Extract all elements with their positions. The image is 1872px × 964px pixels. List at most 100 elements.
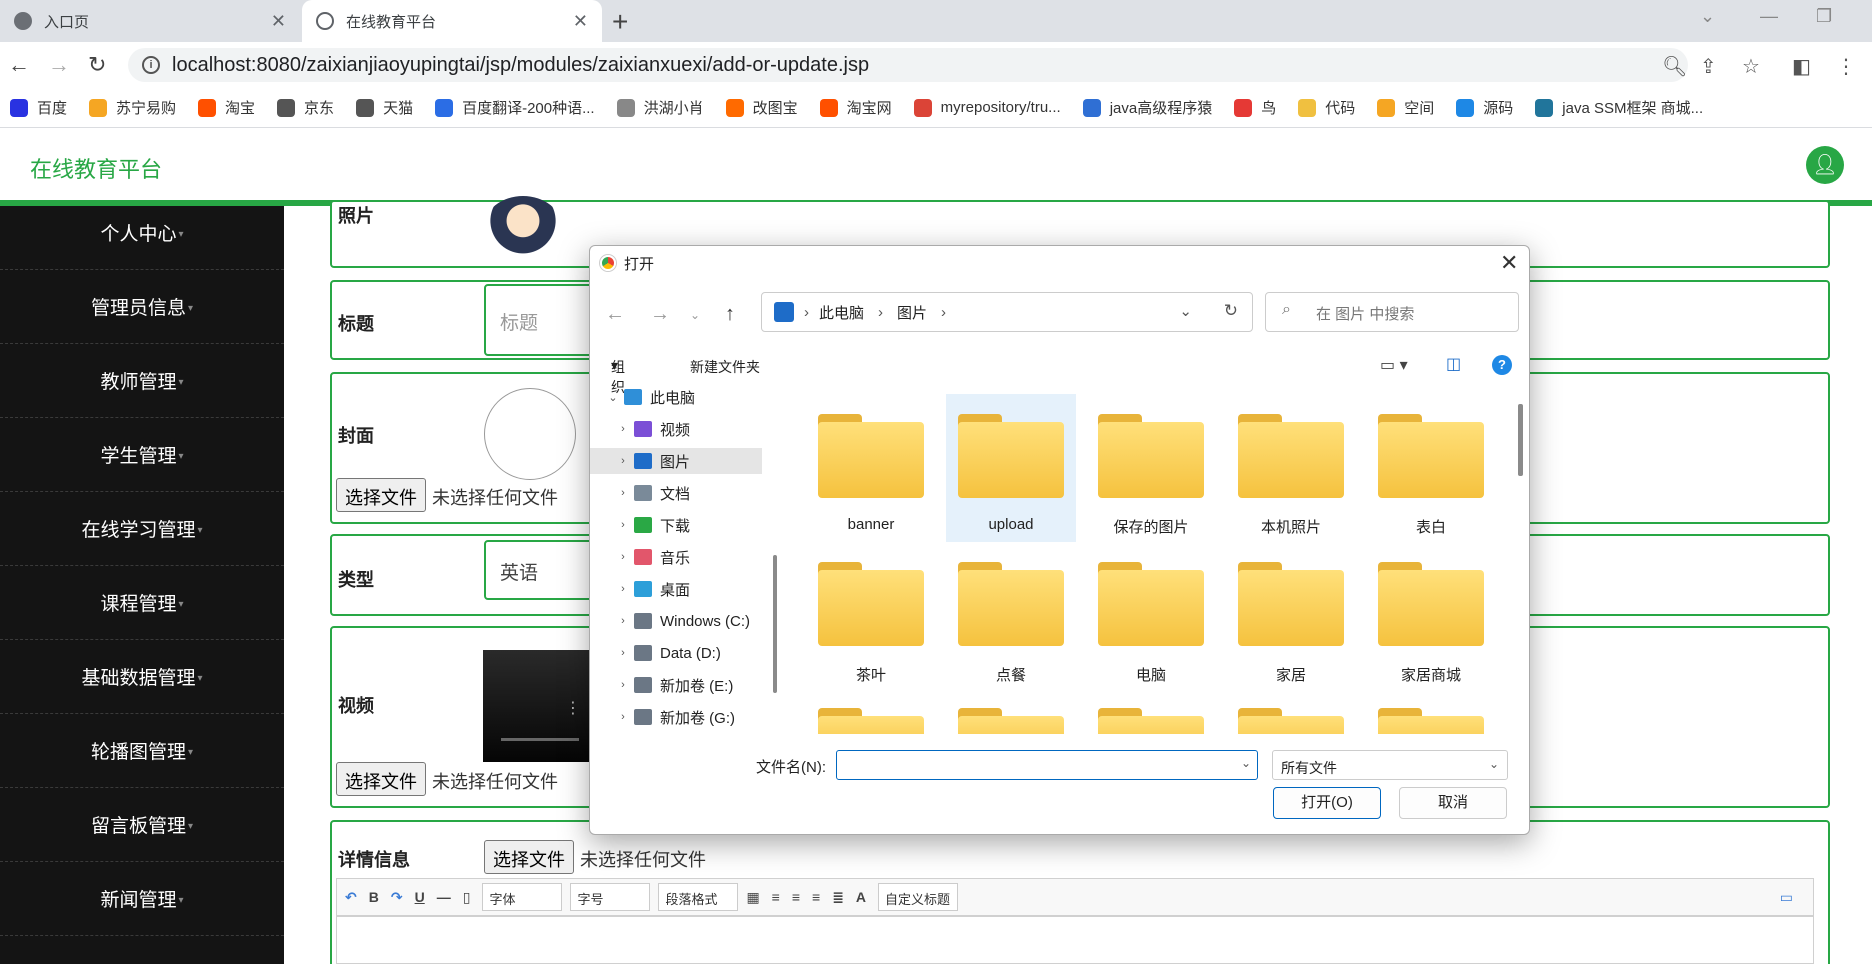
- share-icon[interactable]: ⇪: [1700, 54, 1717, 79]
- sidebar-item[interactable]: 学生管理 ▾: [0, 418, 284, 492]
- bookmark-item[interactable]: 京东: [277, 97, 334, 118]
- tree-item[interactable]: › 新加卷 (G:): [590, 704, 762, 730]
- table-icon[interactable]: ▦: [746, 889, 759, 906]
- page-icon[interactable]: ▯: [463, 889, 471, 906]
- folder-item[interactable]: 茶叶: [806, 542, 936, 690]
- custom-title-select[interactable]: 自定义标题: [878, 883, 959, 911]
- crumb-this-pc[interactable]: 此电脑: [819, 302, 864, 323]
- bookmark-item[interactable]: 百度翻译-200种语...: [435, 97, 595, 118]
- bookmark-item[interactable]: 代码: [1298, 97, 1355, 118]
- chevron-right-icon[interactable]: ›: [612, 615, 634, 627]
- reload-icon[interactable]: ↻: [88, 52, 106, 78]
- video-preview[interactable]: ⋮: [483, 650, 593, 762]
- folder-item[interactable]: 本机照片: [1226, 394, 1356, 542]
- folder-item[interactable]: 家居: [1226, 542, 1356, 690]
- folder-scrollbar[interactable]: [1518, 404, 1523, 476]
- video-choose-file-button[interactable]: 选择文件: [336, 762, 426, 796]
- chevron-right-icon[interactable]: ›: [612, 583, 634, 595]
- bookmark-item[interactable]: 源码: [1456, 97, 1513, 118]
- dialog-forward-icon[interactable]: →: [650, 303, 670, 326]
- folder-icon[interactable]: [958, 708, 1064, 734]
- open-button[interactable]: 打开(O): [1273, 787, 1381, 819]
- browser-tab-entry[interactable]: 入口页 ✕: [0, 0, 300, 42]
- folder-item[interactable]: 电脑: [1086, 542, 1216, 690]
- bookmark-item[interactable]: 苏宁易购: [89, 97, 176, 118]
- info-icon[interactable]: i: [142, 56, 160, 74]
- bold-icon[interactable]: B: [369, 889, 379, 905]
- tree-item[interactable]: › 文档: [590, 480, 762, 506]
- bookmark-item[interactable]: java高级程序猿: [1082, 97, 1212, 118]
- cover-choose-file-button[interactable]: 选择文件: [336, 478, 426, 512]
- dialog-back-icon[interactable]: ←: [605, 303, 625, 326]
- folder-item[interactable]: banner: [806, 394, 936, 542]
- size-select[interactable]: 字号: [570, 883, 651, 911]
- sidebar-item[interactable]: 留言板管理 ▾: [0, 788, 284, 862]
- new-folder-button[interactable]: 新建文件夹: [690, 357, 760, 377]
- forward-icon[interactable]: →: [48, 52, 70, 78]
- minimize-button[interactable]: —: [1760, 6, 1778, 27]
- bookmark-item[interactable]: 鸟: [1234, 97, 1276, 118]
- tree-item[interactable]: › Windows (C:): [590, 608, 762, 634]
- user-avatar-icon[interactable]: 👤︎: [1806, 146, 1844, 184]
- cancel-button[interactable]: 取消: [1399, 787, 1507, 819]
- tab-search-icon[interactable]: ⌄: [1700, 6, 1715, 27]
- folder-icon[interactable]: [1098, 708, 1204, 734]
- dialog-search-input[interactable]: ⌕ 在 图片 中搜索: [1265, 292, 1519, 332]
- sidebar-item[interactable]: 基础数据管理 ▾: [0, 640, 284, 714]
- close-tab-icon[interactable]: ✕: [271, 11, 286, 32]
- help-icon[interactable]: ?: [1492, 355, 1512, 375]
- bookmark-item[interactable]: 淘宝: [198, 97, 255, 118]
- folder-icon[interactable]: [818, 708, 924, 734]
- font-select[interactable]: 字体: [482, 883, 563, 911]
- folder-icon[interactable]: [1238, 708, 1344, 734]
- type-select[interactable]: 英语: [484, 540, 604, 600]
- tree-item[interactable]: › 图片: [590, 448, 762, 474]
- address-bar[interactable]: i localhost:8080/zaixianjiaoyupingtai/js…: [128, 48, 1688, 82]
- restore-button[interactable]: ❐: [1816, 6, 1832, 27]
- chevron-right-icon[interactable]: ›: [612, 423, 634, 435]
- detail-choose-file-button[interactable]: 选择文件: [484, 840, 574, 874]
- sidebar-item[interactable]: 管理员信息 ▾: [0, 270, 284, 344]
- back-icon[interactable]: ←: [8, 52, 30, 78]
- sidepanel-icon[interactable]: ◧: [1792, 54, 1811, 79]
- underline-icon[interactable]: U: [415, 889, 425, 905]
- align-left-icon[interactable]: ≡: [772, 889, 780, 905]
- tree-item[interactable]: › Data (D:): [590, 640, 762, 666]
- dialog-close-button[interactable]: ✕: [1500, 250, 1518, 276]
- refresh-icon[interactable]: ↻: [1224, 301, 1238, 321]
- folder-item[interactable]: 家居商城: [1366, 542, 1496, 690]
- bookmark-item[interactable]: 洪湖小肖: [616, 97, 704, 118]
- hr-icon[interactable]: —: [437, 889, 451, 905]
- chevron-right-icon[interactable]: ›: [612, 487, 634, 499]
- chevron-down-icon[interactable]: ⌄: [1241, 756, 1251, 770]
- sidebar-item[interactable]: 个人中心 ▾: [0, 196, 284, 270]
- fullscreen-icon[interactable]: ▭: [1780, 889, 1793, 906]
- title-input[interactable]: 标题: [484, 284, 604, 356]
- sidebar-item[interactable]: 新闻管理 ▾: [0, 862, 284, 936]
- chevron-right-icon[interactable]: ›: [612, 455, 634, 467]
- chevron-right-icon[interactable]: ›: [612, 519, 634, 531]
- browser-tab-platform[interactable]: 在线教育平台 ✕: [302, 0, 602, 42]
- tree-item[interactable]: › 视频: [590, 416, 762, 442]
- justify-icon[interactable]: ≣: [832, 889, 844, 906]
- zoom-icon[interactable]: 🔍︎: [1662, 54, 1687, 79]
- redo-icon[interactable]: ↷: [391, 889, 403, 906]
- folder-item[interactable]: 点餐: [946, 542, 1076, 690]
- dialog-breadcrumb[interactable]: › 此电脑 › 图片 › ⌄ ↻: [761, 292, 1253, 332]
- chevron-right-icon[interactable]: ›: [612, 647, 634, 659]
- undo-icon[interactable]: ↶: [345, 889, 357, 906]
- tree-item[interactable]: ⌄ 此电脑: [590, 384, 762, 410]
- tree-scrollbar[interactable]: [773, 555, 777, 693]
- organize-button[interactable]: 组织 ▾: [611, 357, 625, 395]
- sidebar-item[interactable]: 教师管理 ▾: [0, 344, 284, 418]
- up-icon[interactable]: ↑: [725, 303, 735, 326]
- chevron-right-icon[interactable]: ›: [612, 551, 634, 563]
- sidebar-item[interactable]: 轮播图管理 ▾: [0, 714, 284, 788]
- tree-item[interactable]: › 音乐: [590, 544, 762, 570]
- folder-icon[interactable]: [1378, 708, 1484, 734]
- bookmark-item[interactable]: 空间: [1377, 97, 1434, 118]
- align-right-icon[interactable]: ≡: [812, 889, 820, 905]
- chevron-down-icon[interactable]: ⌄: [1179, 302, 1192, 320]
- bookmark-item[interactable]: myrepository/tru...: [913, 98, 1061, 117]
- star-icon[interactable]: ☆: [1742, 54, 1760, 79]
